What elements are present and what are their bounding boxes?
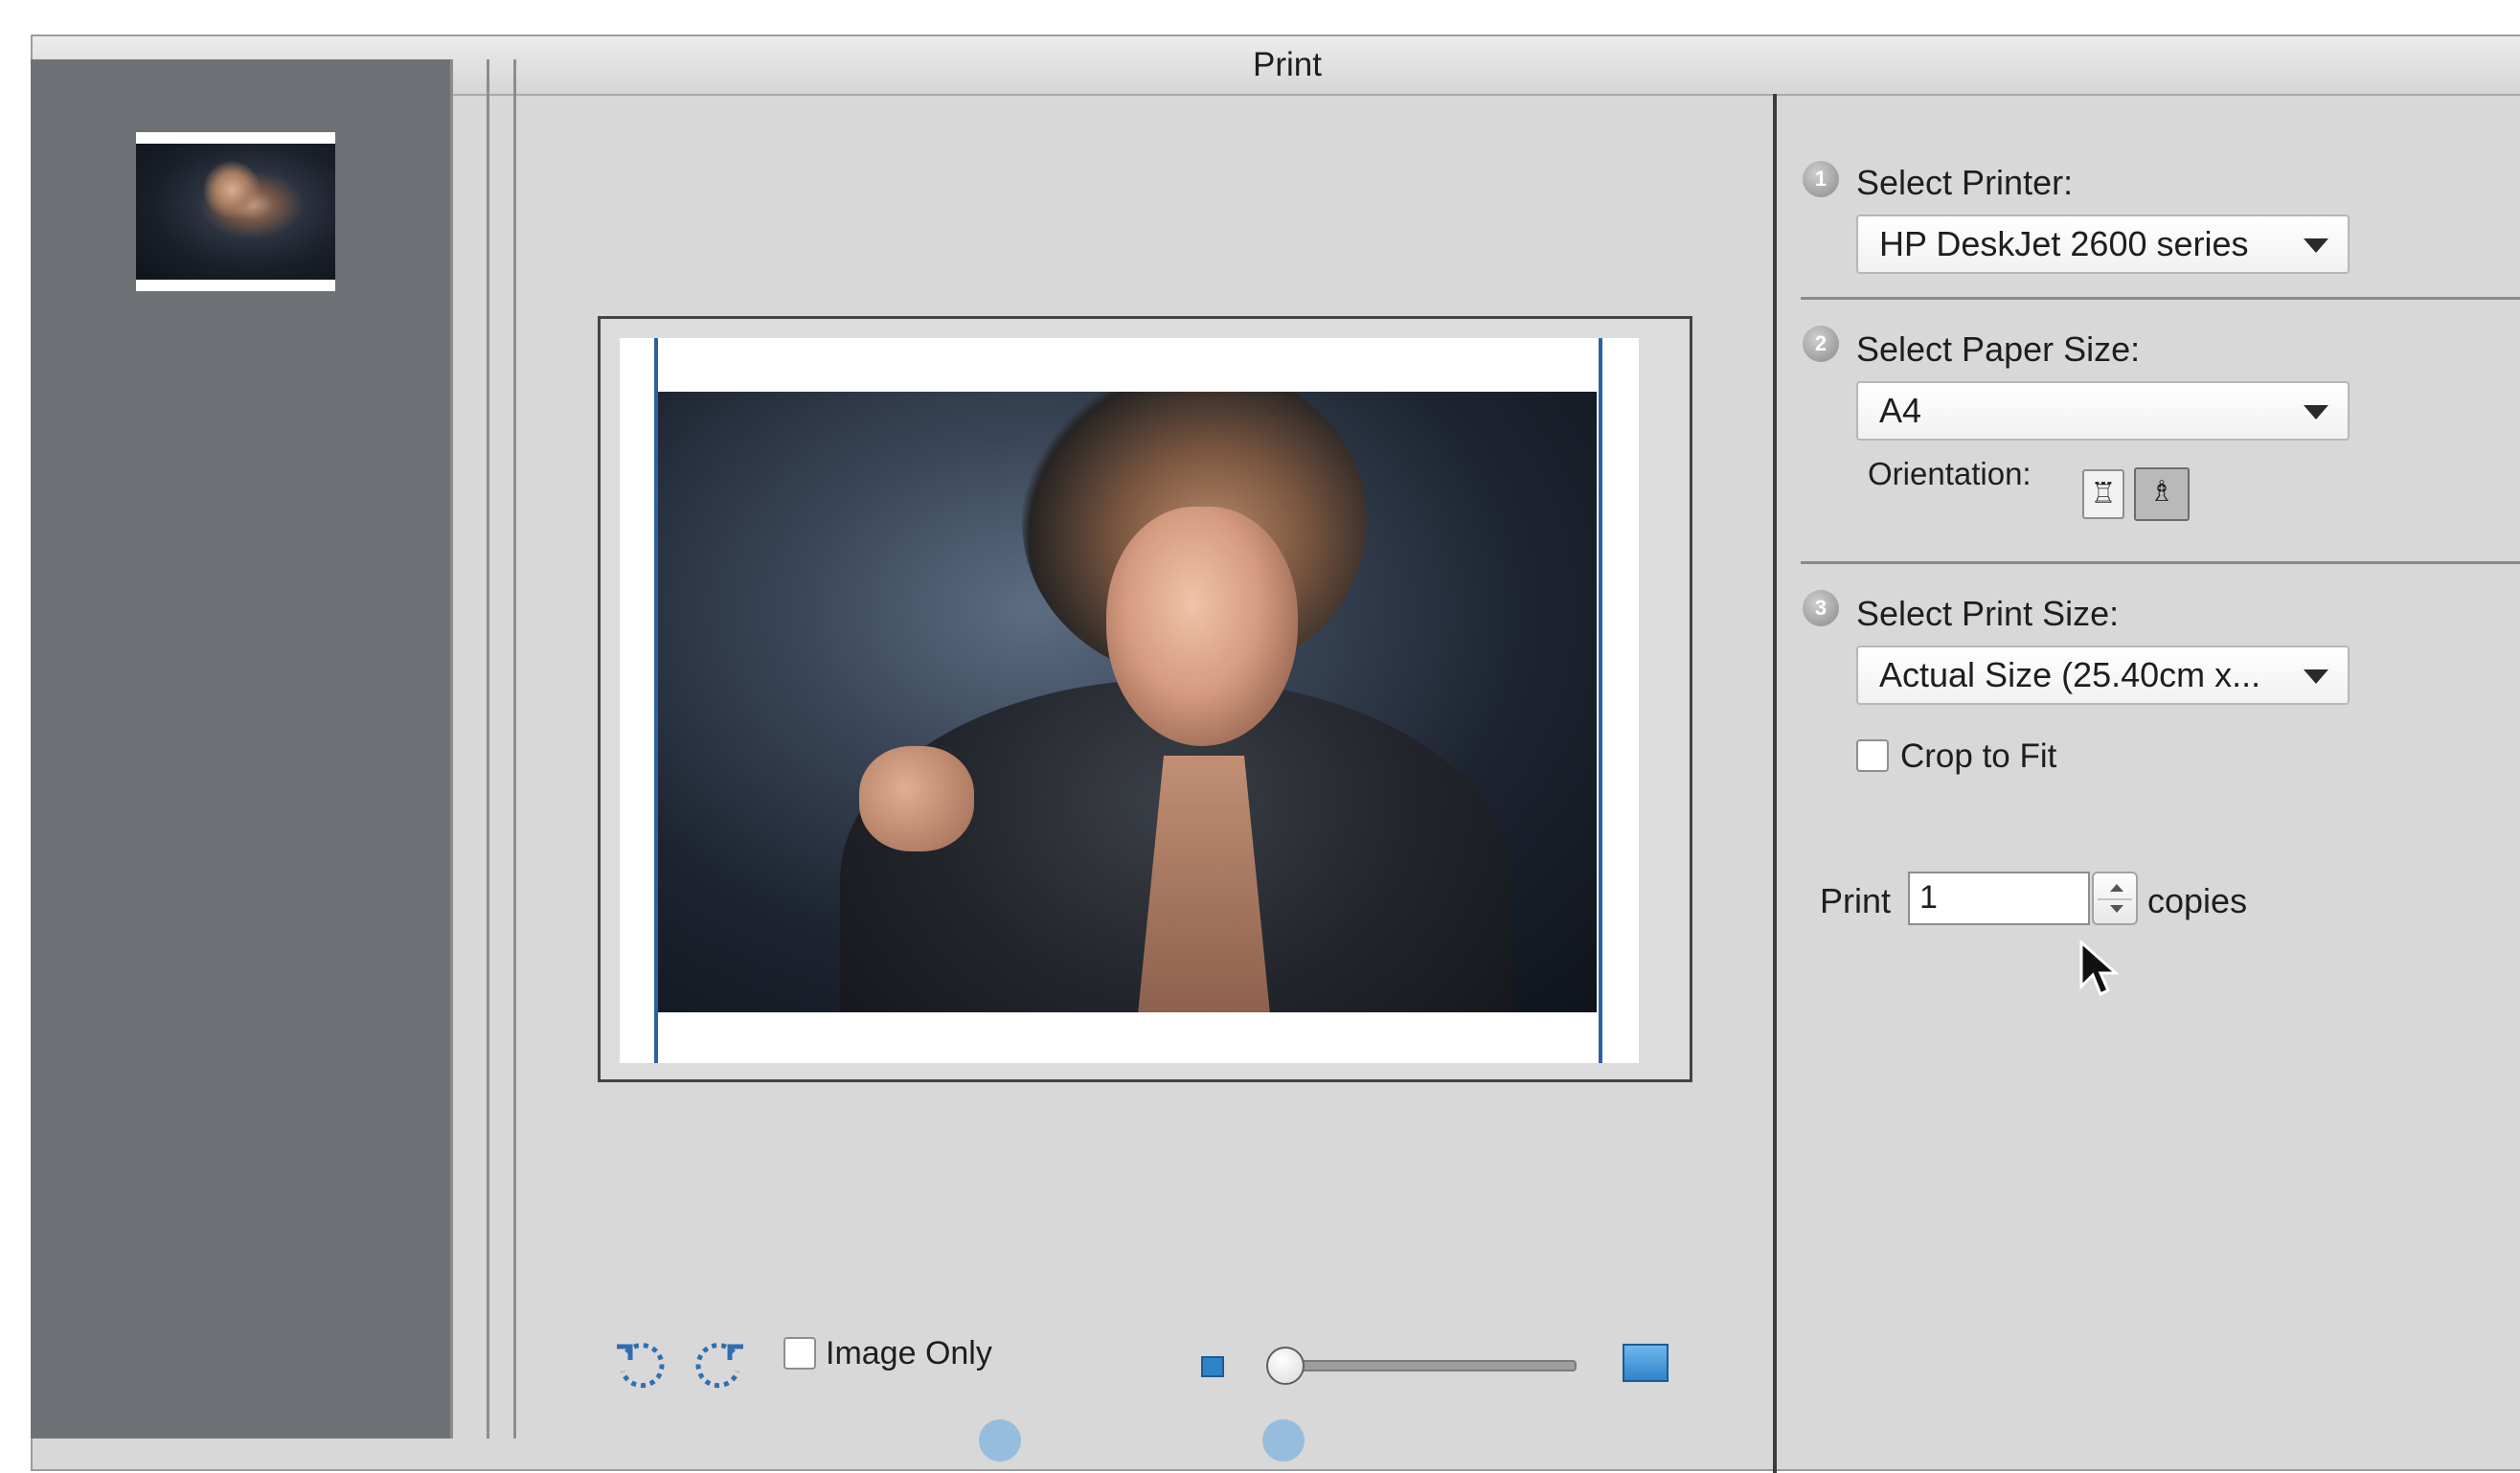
crop-to-fit-checkbox[interactable] (1856, 739, 1889, 772)
stepper-down-icon (2110, 905, 2123, 913)
photo-face (1106, 507, 1298, 746)
rotate-left-icon[interactable] (613, 1337, 669, 1393)
paper-size-value: A4 (1879, 391, 1922, 430)
image-only-label: Image Only (826, 1335, 992, 1371)
photo-thumbnail[interactable] (136, 132, 335, 291)
crop-to-fit-label: Crop to Fit (1900, 737, 2057, 775)
zoom-slider[interactable] (1274, 1360, 1577, 1371)
print-copies-prefix: Print (1820, 881, 1892, 920)
step-1-badge: 1 (1803, 161, 1839, 197)
partial-button-right[interactable] (1262, 1419, 1305, 1462)
rotate-right-icon[interactable] (692, 1337, 747, 1393)
chevron-down-icon (2304, 405, 2328, 419)
printer-select-value: HP DeskJet 2600 series (1879, 224, 2249, 263)
portrait-orientation-button[interactable]: ♖ (2082, 469, 2124, 519)
section-divider-2 (1801, 561, 2520, 564)
step-3-badge: 3 (1803, 590, 1839, 626)
paper-size-select[interactable]: A4 (1856, 381, 2350, 441)
paper-preview (620, 338, 1639, 1063)
preview-divider-left (487, 59, 489, 1439)
sidebar-divider (450, 59, 453, 1439)
step-2-badge: 2 (1803, 326, 1839, 362)
select-printer-label: Select Printer: (1856, 163, 2074, 202)
chevron-down-icon (2304, 238, 2328, 253)
window-title: Print (1253, 46, 1322, 83)
stepper-up-icon (2110, 884, 2123, 892)
orientation-label: Orientation: (1868, 456, 2032, 491)
landscape-orientation-icon: ♗ (2148, 476, 2175, 508)
thumbnail-image (136, 144, 335, 280)
select-print-size-label: Select Print Size: (1856, 594, 2120, 633)
zoom-in-icon[interactable] (1623, 1344, 1669, 1382)
chevron-down-icon (2304, 669, 2328, 684)
photo-hand (859, 746, 974, 851)
section-divider-1 (1801, 297, 2520, 300)
landscape-orientation-button[interactable]: ♗ (2134, 467, 2190, 521)
partial-button-left[interactable] (979, 1419, 1021, 1462)
copies-input[interactable]: 1 (1908, 872, 2090, 925)
settings-divider (1773, 94, 1777, 1473)
portrait-orientation-icon: ♖ (2090, 478, 2117, 510)
preview-divider-right (513, 59, 516, 1439)
stepper-divider (2098, 898, 2132, 900)
printer-select[interactable]: HP DeskJet 2600 series (1856, 215, 2350, 274)
right-margin-line (1599, 338, 1602, 1063)
preview-photo[interactable] (658, 392, 1597, 1012)
zoom-out-icon[interactable] (1201, 1356, 1224, 1377)
thumbnail-sidebar (31, 59, 450, 1439)
copies-stepper[interactable] (2092, 872, 2138, 925)
print-size-value: Actual Size (25.40cm x... (1879, 655, 2261, 694)
select-paper-label: Select Paper Size: (1856, 329, 2141, 369)
print-preview (598, 316, 1692, 1082)
copies-suffix: copies (2147, 881, 2248, 920)
zoom-slider-thumb[interactable] (1266, 1347, 1305, 1385)
print-size-select[interactable]: Actual Size (25.40cm x... (1856, 646, 2350, 705)
mouse-cursor-icon (2079, 940, 2120, 997)
image-only-checkbox[interactable] (783, 1337, 816, 1370)
